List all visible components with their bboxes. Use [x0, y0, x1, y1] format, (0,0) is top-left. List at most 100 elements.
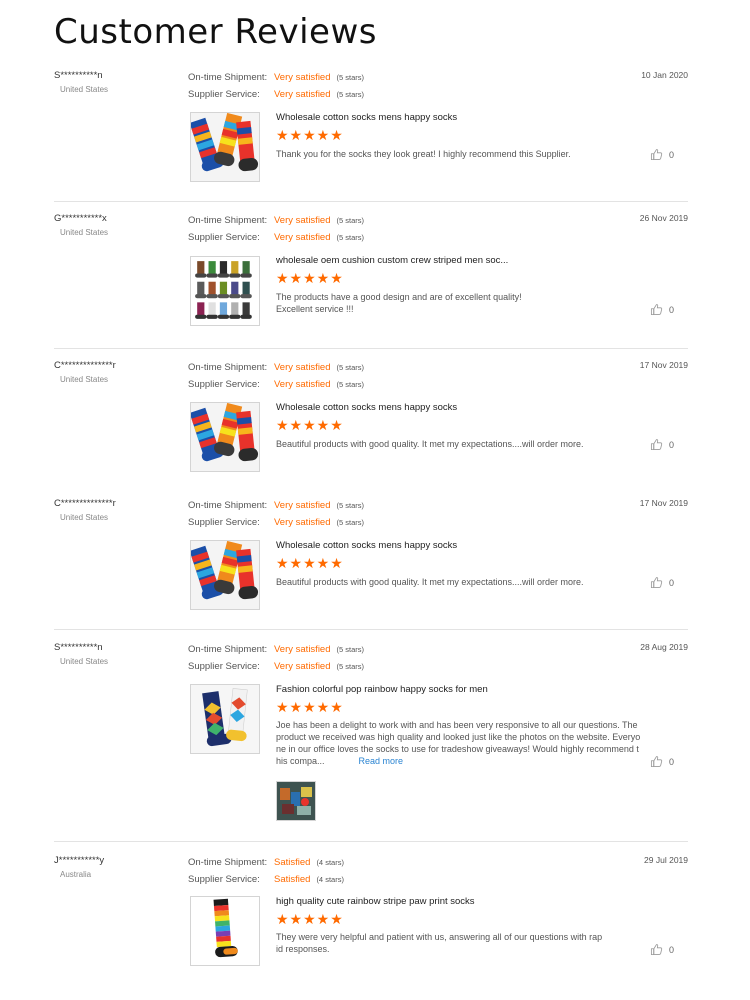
comment-line: his compa... [276, 756, 325, 766]
review-date: 29 Jul 2019 [644, 855, 688, 865]
review-date: 17 Nov 2019 [639, 498, 688, 508]
like-button[interactable]: 0 [650, 148, 674, 161]
product-thumbnail[interactable] [190, 540, 260, 610]
like-button[interactable]: 0 [650, 576, 674, 589]
like-button[interactable]: 0 [650, 943, 674, 956]
product-thumbnail[interactable] [190, 112, 260, 182]
page-title: Customer Reviews [54, 12, 377, 52]
service-label: Supplier Service: [188, 231, 260, 243]
product-title[interactable]: wholesale oem cushion custom crew stripe… [276, 255, 508, 266]
like-count: 0 [669, 756, 675, 767]
shipment-stars-note: (4 stars) [316, 858, 344, 867]
product-title[interactable]: Fashion colorful pop rainbow happy socks… [276, 684, 488, 695]
shipment-rating: Very satisfied [274, 215, 331, 226]
service-label: Supplier Service: [188, 660, 260, 672]
reviewer-info: G***********x United States [54, 213, 174, 237]
comment-line: product we received was high quality and… [276, 732, 641, 742]
review-comment: They were very helpful and patient with … [276, 931, 648, 955]
supplier-ratings: On-time Shipment: Very satisfied (5 stars)… [188, 70, 448, 103]
thumbs-up-icon [650, 943, 663, 956]
service-label: Supplier Service: [188, 516, 260, 528]
shipment-rating: Very satisfied [274, 500, 331, 511]
review-comment: Beautiful products with good quality. It… [276, 577, 584, 587]
like-count: 0 [669, 944, 675, 955]
service-label: Supplier Service: [188, 88, 260, 100]
review-comment: Beautiful products with good quality. It… [276, 439, 584, 449]
reviewer-country: United States [60, 85, 109, 94]
shipment-label: On-time Shipment: [188, 857, 268, 868]
reviewer-name: C**************r [54, 360, 116, 371]
product-thumbnail[interactable] [190, 256, 260, 326]
product-title[interactable]: high quality cute rainbow stripe paw pri… [276, 896, 475, 907]
thumbs-up-icon [650, 755, 663, 768]
shipment-label: On-time Shipment: [188, 72, 268, 83]
review-item: C**************r United States On-time S… [54, 498, 688, 630]
product-thumbnail[interactable] [190, 684, 260, 754]
product-rating-stars: ★★★★★ [276, 270, 344, 286]
supplier-ratings: On-time Shipment: Very satisfied (5 stars)… [188, 213, 448, 246]
reviewer-country: United States [60, 228, 109, 237]
product-title[interactable]: Wholesale cotton socks mens happy socks [276, 402, 457, 413]
reviewer-info: J***********y Australia [54, 855, 174, 879]
shipment-label: On-time Shipment: [188, 644, 268, 655]
reviewer-name: S**********n [54, 642, 103, 653]
review-item: J***********y Australia On-time Shipment… [54, 855, 688, 975]
service-label: Supplier Service: [188, 873, 260, 885]
service-rating: Satisfied [274, 873, 311, 885]
reviewer-name: G***********x [54, 213, 107, 224]
product-rating-stars: ★★★★★ [276, 127, 344, 143]
reviewer-name: C**************r [54, 498, 116, 509]
reviewer-country: United States [60, 375, 109, 384]
product-thumbnail[interactable] [190, 896, 260, 966]
review-comment: The products have a good design and are … [276, 291, 648, 315]
product-thumbnail[interactable] [190, 402, 260, 472]
service-stars-note: (4 stars) [316, 874, 344, 884]
review-item: C**************r United States On-time S… [54, 360, 688, 488]
shipment-stars-note: (5 stars) [336, 363, 365, 372]
review-item: S**********n United States On-time Shipm… [54, 642, 688, 842]
like-button[interactable]: 0 [650, 438, 674, 451]
service-stars-note: (5 stars) [336, 517, 365, 527]
reviewer-country: Australia [60, 870, 92, 879]
thumbs-up-icon [650, 303, 663, 316]
service-rating: Very satisfied [274, 231, 331, 243]
read-more-link[interactable]: Read more [359, 756, 404, 766]
like-button[interactable]: 0 [650, 303, 674, 316]
reviewer-info: C**************r United States [54, 498, 174, 522]
comment-line: Excellent service !!! [276, 304, 354, 314]
comment-line: ne in our office loves the socks to use … [276, 744, 639, 754]
product-title[interactable]: Wholesale cotton socks mens happy socks [276, 112, 457, 123]
service-rating: Very satisfied [274, 516, 331, 528]
comment-line: The products have a good design and are … [276, 292, 522, 302]
shipment-rating: Satisfied [274, 857, 311, 868]
reviewer-info: S**********n United States [54, 70, 174, 94]
review-date: 26 Nov 2019 [639, 213, 688, 223]
service-stars-note: (5 stars) [336, 232, 365, 242]
review-item: G***********x United States On-time Ship… [54, 213, 688, 349]
service-stars-note: (5 stars) [336, 661, 365, 671]
review-attachment-image[interactable] [276, 781, 316, 821]
shipment-rating: Very satisfied [274, 362, 331, 373]
service-rating: Very satisfied [274, 88, 331, 100]
reviewer-info: C**************r United States [54, 360, 174, 384]
supplier-ratings: On-time Shipment: Very satisfied (5 stars)… [188, 642, 448, 675]
product-rating-stars: ★★★★★ [276, 417, 344, 433]
service-rating: Very satisfied [274, 660, 331, 672]
reviewer-info: S**********n United States [54, 642, 174, 666]
comment-line: Joe has been a delight to work with and … [276, 720, 638, 730]
supplier-ratings: On-time Shipment: Very satisfied (5 stars)… [188, 498, 448, 531]
product-rating-stars: ★★★★★ [276, 699, 344, 715]
product-title[interactable]: Wholesale cotton socks mens happy socks [276, 540, 457, 551]
like-button[interactable]: 0 [650, 755, 674, 768]
like-count: 0 [669, 577, 675, 588]
shipment-stars-note: (5 stars) [336, 73, 365, 82]
shipment-rating: Very satisfied [274, 644, 331, 655]
reviewer-country: United States [60, 513, 109, 522]
service-stars-note: (5 stars) [336, 89, 365, 99]
like-count: 0 [669, 149, 675, 160]
review-comment: Joe has been a delight to work with and … [276, 719, 648, 767]
shipment-stars-note: (5 stars) [336, 501, 365, 510]
review-date: 17 Nov 2019 [639, 360, 688, 370]
shipment-stars-note: (5 stars) [336, 645, 365, 654]
like-count: 0 [669, 304, 675, 315]
